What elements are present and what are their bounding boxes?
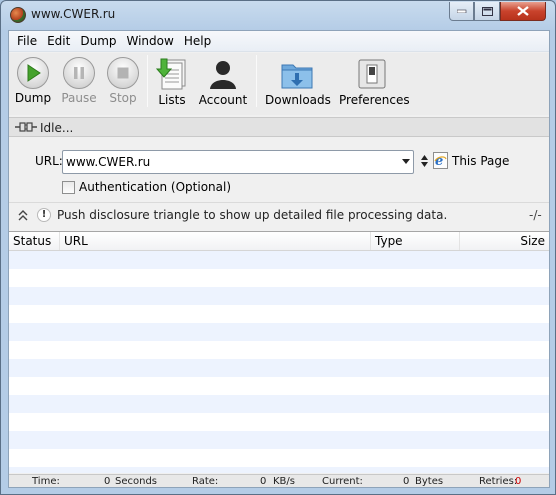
retries-value: 0 [515,476,522,487]
divider [9,202,549,203]
browser-page-icon[interactable]: e [433,152,448,169]
minimize-button[interactable] [449,2,474,21]
status-bar: Time: 0 Seconds Rate: 0 KB/s Current: 0 … [9,474,549,487]
time-unit: Seconds [115,476,158,487]
svg-text:e: e [435,154,443,168]
table-row [9,377,549,395]
minimize-icon [456,9,466,13]
table-row [9,305,549,323]
table-row [9,467,549,473]
status-strip: Idle... [9,117,549,137]
progress-count: -/- [529,208,542,222]
table-row [9,323,549,341]
menu-help[interactable]: Help [179,32,216,51]
table-header: Status URL Type Size [9,232,549,251]
column-type[interactable]: Type [371,232,460,250]
disclosure-hint: Push disclosure triangle to show up deta… [57,208,448,222]
dump-label: Dump [14,91,52,105]
client-area: File Edit Dump Window Help Dump Pause St… [8,30,550,488]
disclosure-triangle-icon[interactable] [18,209,28,221]
chevron-down-icon[interactable] [402,159,410,164]
table-row [9,431,549,449]
table-row [9,395,549,413]
table-row [9,449,549,467]
pause-label: Pause [61,91,97,105]
menu-window[interactable]: Window [122,32,179,51]
table-row [9,269,549,287]
current-unit: Bytes [415,476,444,487]
downloads-folder-icon [280,57,314,91]
downloads-label: Downloads [265,93,331,107]
app-window: www.CWER.ru File Edit Dump Window Help D… [0,0,556,495]
account-label: Account [198,93,248,107]
rate-value: 0 [260,476,267,487]
window-title: www.CWER.ru [31,7,116,21]
column-url[interactable]: URL [60,232,371,250]
info-exclamation-icon: ! [37,208,51,222]
maximize-button[interactable] [474,2,500,21]
plug-icon [15,122,37,132]
status-text: Idle... [40,121,74,135]
downloads-button[interactable]: Downloads [265,57,331,107]
toolbar-separator [147,55,148,107]
table-row [9,287,549,305]
table-row [9,341,549,359]
maximize-icon [481,6,493,16]
user-icon [206,57,240,91]
menu-file[interactable]: File [12,32,42,51]
column-size[interactable]: Size [460,232,549,250]
preferences-switch-icon [355,57,389,91]
menu-dump[interactable]: Dump [75,32,121,51]
url-label: URL: [35,154,63,168]
lists-label: Lists [158,93,186,107]
rate-label: Rate: [192,476,219,487]
account-button[interactable]: Account [198,57,248,107]
table-row [9,359,549,377]
url-input[interactable] [66,154,391,170]
play-icon [17,57,49,89]
title-bar[interactable]: www.CWER.ru [1,1,555,29]
stop-button[interactable]: Stop [103,57,143,105]
rate-unit: KB/s [273,476,295,487]
lists-icon [155,57,189,91]
authentication-checkbox[interactable] [62,181,75,194]
current-label: Current: [322,476,363,487]
table-row [9,251,549,269]
url-stepper-icon[interactable] [420,154,429,168]
column-status[interactable]: Status [9,232,60,250]
menu-edit[interactable]: Edit [42,32,75,51]
app-icon [10,7,26,23]
time-value: 0 [104,476,111,487]
retries-label: Retries: [479,476,518,487]
toolbar-separator [256,55,257,107]
url-combobox[interactable] [62,150,414,174]
time-label: Time: [32,476,60,487]
close-button[interactable] [500,2,546,21]
preferences-button[interactable]: Preferences [339,57,410,107]
close-icon [517,6,529,16]
table-row [9,413,549,431]
menu-bar: File Edit Dump Window Help [9,31,549,52]
stop-label: Stop [109,91,137,105]
pause-button[interactable]: Pause [59,57,99,105]
dump-button[interactable]: Dump [13,57,53,105]
file-table: Status URL Type Size [9,231,549,473]
stop-icon [107,57,139,89]
current-value: 0 [403,476,410,487]
this-page-label[interactable]: This Page [452,154,509,168]
preferences-label: Preferences [339,93,410,107]
authentication-label[interactable]: Authentication (Optional) [79,180,231,194]
pause-icon [63,57,95,89]
toolbar: Dump Pause Stop Lists Account Downloads … [9,53,549,115]
lists-button[interactable]: Lists [152,57,192,107]
